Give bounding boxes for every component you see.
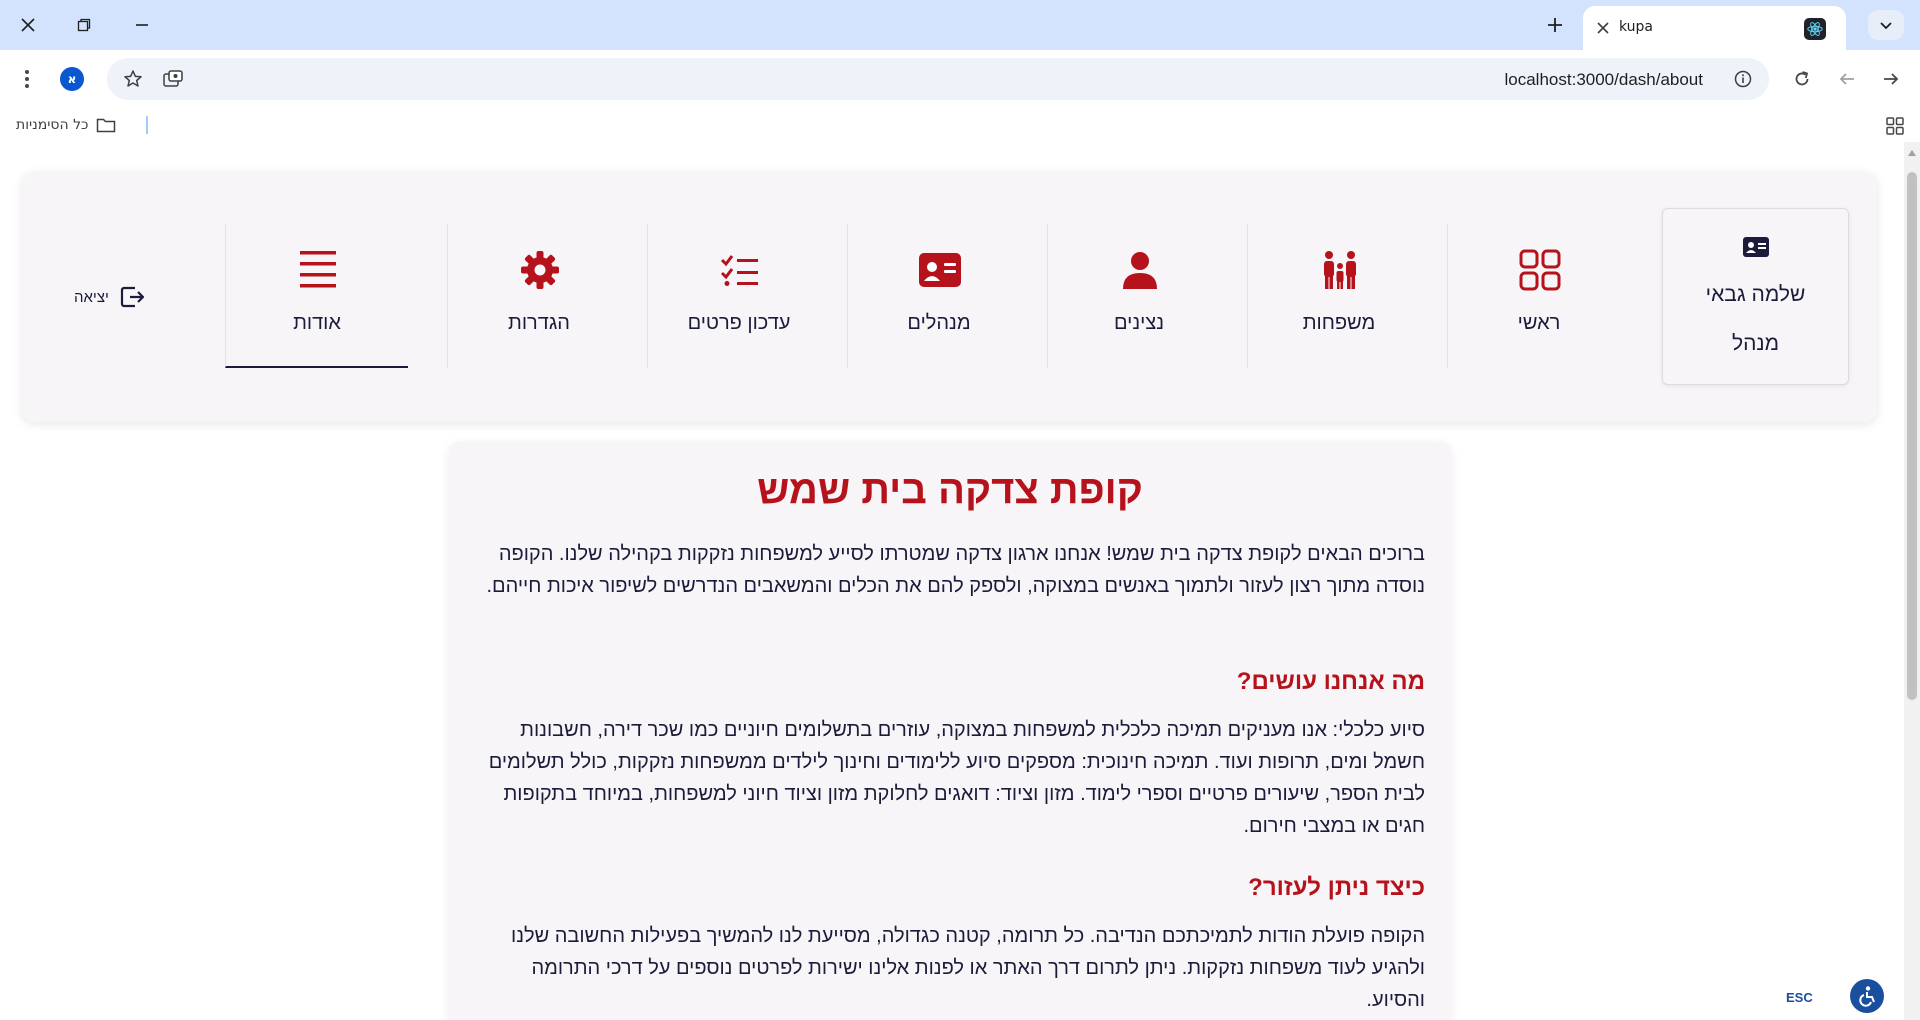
logout-label: יציאה bbox=[74, 288, 109, 306]
id-card-icon bbox=[918, 248, 962, 292]
user-name: שלמה גבאי bbox=[1705, 283, 1806, 306]
nav-item-label: נצינים bbox=[1113, 312, 1165, 334]
all-bookmarks-label: כל הסימניות bbox=[16, 117, 89, 133]
logout-button[interactable]: יציאה bbox=[74, 286, 145, 308]
close-icon bbox=[1597, 22, 1609, 34]
bookmark-star-icon[interactable] bbox=[121, 67, 145, 91]
nav-item-representatives[interactable]: נצינים bbox=[1047, 224, 1230, 368]
accessibility-icon bbox=[1859, 986, 1875, 1007]
top-navigation: שלמה גבאי מנהל ראשי משפחות נצינים מנהלים… bbox=[22, 172, 1877, 422]
reload-icon bbox=[1795, 71, 1809, 86]
browser-toolbar: localhost:3000/dash/about bbox=[0, 50, 1920, 108]
user-role: מנהל bbox=[1731, 332, 1780, 355]
tab-close-button[interactable] bbox=[1593, 18, 1613, 38]
nav-item-label: ראשי bbox=[1517, 312, 1561, 334]
about-intro: ברוכים הבאים לקופת צדקה בית שמש! אנחנו א… bbox=[486, 543, 1425, 597]
forward-button[interactable] bbox=[1873, 61, 1909, 97]
user-id-card-icon bbox=[1743, 237, 1769, 257]
browser-tab-active[interactable]: kupa bbox=[1583, 6, 1846, 50]
chevron-down-icon bbox=[1880, 22, 1892, 30]
nav-item-managers[interactable]: מנהלים bbox=[847, 224, 1030, 368]
restore-icon bbox=[77, 18, 91, 32]
apps-grid-icon[interactable] bbox=[1884, 115, 1906, 137]
family-icon bbox=[1318, 248, 1362, 292]
react-favicon-icon bbox=[1804, 18, 1826, 40]
about-card: קופת צדקה בית שמש ברוכים הבאים לקופת צדק… bbox=[449, 442, 1451, 1020]
about-title: קופת צדקה בית שמש bbox=[757, 468, 1143, 512]
nav-item-families[interactable]: משפחות bbox=[1247, 224, 1430, 368]
nav-item-label: עדכון פרטים bbox=[687, 312, 791, 334]
scroll-up-arrow-icon[interactable] bbox=[1908, 150, 1916, 156]
page-viewport: שלמה גבאי מנהל ראשי משפחות נצינים מנהלים… bbox=[0, 142, 1904, 1020]
browser-menu-button[interactable] bbox=[9, 61, 45, 97]
what-we-do-text: סיוע כלכלי: אנו מעניקים תמיכה כלכלית למש… bbox=[488, 719, 1425, 837]
what-we-do-heading: מה אנחנו עושים? bbox=[1236, 668, 1425, 695]
how-to-help-text: הקופה פועלת הודות לתמיכתכם הנדיבה. כל תר… bbox=[511, 925, 1425, 1011]
kebab-menu-icon bbox=[25, 70, 29, 88]
arrow-right-icon bbox=[1884, 73, 1899, 85]
minimize-icon bbox=[136, 24, 148, 26]
nav-item-label: הגדרות bbox=[508, 312, 570, 334]
scroll-thumb[interactable] bbox=[1907, 172, 1917, 700]
close-icon bbox=[21, 18, 35, 32]
nav-item-label: מנהלים bbox=[907, 312, 971, 334]
back-button[interactable] bbox=[1829, 61, 1865, 97]
tab-title: kupa bbox=[1619, 19, 1654, 35]
accessibility-button[interactable] bbox=[1850, 979, 1884, 1013]
checklist-icon bbox=[718, 248, 762, 292]
bookmarks-separator bbox=[146, 116, 148, 134]
plus-icon bbox=[1548, 18, 1562, 32]
user-profile-card: שלמה גבאי מנהל bbox=[1662, 208, 1849, 385]
menu-lines-icon bbox=[296, 248, 340, 292]
window-restore-button[interactable] bbox=[64, 8, 104, 42]
gear-icon bbox=[518, 248, 562, 292]
folder-icon bbox=[97, 118, 116, 133]
profile-avatar[interactable]: א bbox=[60, 67, 84, 91]
screen-share-icon[interactable] bbox=[161, 67, 185, 91]
logout-icon bbox=[119, 286, 145, 308]
browser-tab-strip: kupa bbox=[0, 0, 1920, 50]
grid-icon bbox=[1518, 248, 1562, 292]
nav-item-home[interactable]: ראשי bbox=[1447, 224, 1630, 368]
site-info-icon[interactable] bbox=[1731, 67, 1755, 91]
address-bar[interactable]: localhost:3000/dash/about bbox=[107, 58, 1769, 100]
esc-label[interactable]: ESC bbox=[1786, 990, 1813, 1005]
nav-item-about[interactable]: אודות bbox=[225, 224, 408, 368]
url-text: localhost:3000/dash/about bbox=[1504, 70, 1704, 89]
nav-item-label: אודות bbox=[293, 312, 341, 334]
window-minimize-button[interactable] bbox=[122, 8, 162, 42]
nav-item-label: משפחות bbox=[1302, 312, 1376, 334]
nav-item-settings[interactable]: הגדרות bbox=[447, 224, 630, 368]
page-scrollbar[interactable] bbox=[1904, 142, 1920, 1020]
how-to-help-heading: כיצד ניתן לעזור? bbox=[1248, 874, 1425, 901]
bookmarks-bar: כל הסימניות bbox=[0, 108, 1920, 142]
nav-item-update-details[interactable]: עדכון פרטים bbox=[647, 224, 830, 368]
arrow-left-icon bbox=[1839, 73, 1854, 85]
person-icon bbox=[1118, 248, 1162, 292]
new-tab-button[interactable] bbox=[1540, 12, 1570, 38]
all-bookmarks-button[interactable]: כל הסימניות bbox=[16, 114, 116, 136]
reload-button[interactable] bbox=[1784, 61, 1820, 97]
tab-search-button[interactable] bbox=[1868, 10, 1904, 40]
window-close-button[interactable] bbox=[8, 8, 48, 42]
